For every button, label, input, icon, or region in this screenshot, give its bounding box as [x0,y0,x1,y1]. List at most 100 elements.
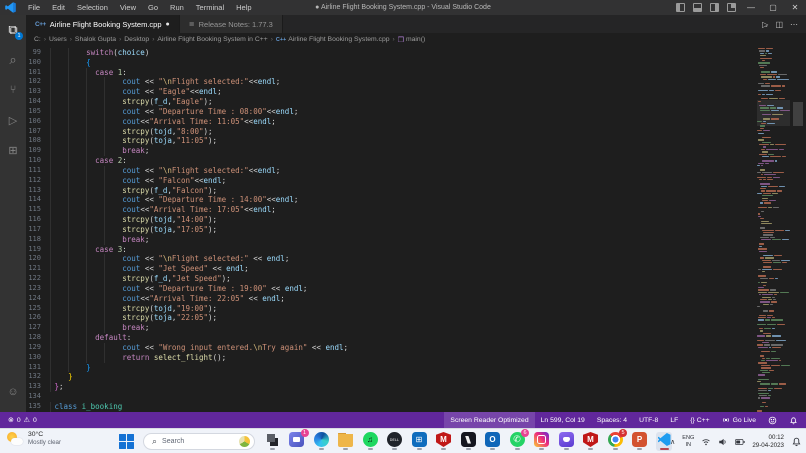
go-live-button[interactable]: Go Live [716,412,762,428]
chrome-icon[interactable]: 5 [607,432,623,451]
menu-item-terminal[interactable]: Terminal [190,0,230,15]
spotify-icon[interactable] [362,432,378,451]
toggle-secondary-sidebar-icon[interactable] [710,3,719,12]
code-line[interactable]: 115 cout<<"Arrival Time: 17:05"<<endl; [26,205,757,215]
code-line[interactable]: 104 strcpy(f_d,"Eagle"); [26,97,757,107]
run-debug-icon[interactable]: ▷ [0,105,26,135]
vertical-scrollbar[interactable] [790,46,806,437]
customize-layout-icon[interactable] [727,3,736,12]
code-line[interactable]: 125 strcpy(tojd,"19:00"); [26,304,757,314]
eol-sequence[interactable]: LF [664,412,684,428]
menu-item-file[interactable]: File [22,0,46,15]
breadcrumb-segment[interactable]: Desktop [124,36,149,43]
code-line[interactable]: 107 strcpy(tojd,"8:00"); [26,127,757,137]
code-line[interactable]: 124 cout<<"Arrival Time: 22:05" << endl; [26,294,757,304]
code-line[interactable]: 112 cout << "Falcon"<<endl; [26,176,757,186]
extensions-icon[interactable]: ⊞ [0,135,26,165]
mcafee-2-icon[interactable]: M [583,432,599,451]
minimap[interactable] [757,48,790,437]
problems-indicator[interactable]: ⊗ 0 ⚠ 0 [6,416,39,424]
teams-chat-icon[interactable]: 1 [289,432,305,451]
toggle-panel-icon[interactable] [693,3,702,12]
code-line[interactable]: 116 strcpy(tojd,"14:00"); [26,215,757,225]
breadcrumb-segment[interactable]: Airline Flight Booking System in C++ [157,36,267,43]
code-line[interactable]: 108 strcpy(toja,"11:05"); [26,136,757,146]
scrollbar-thumb[interactable] [793,102,803,126]
language-mode[interactable]: {} C++ [684,412,715,428]
notifications-bell-icon[interactable] [783,412,806,428]
cursor-position[interactable]: Ln 599, Col 19 [535,412,591,428]
search-icon[interactable]: ⌕ [0,45,26,75]
file-explorer-icon[interactable] [338,432,354,451]
close-button[interactable]: ✕ [784,0,806,15]
code-line[interactable]: 129 cout << "Wrong input entered.\nTry a… [26,343,757,353]
volume-icon[interactable] [718,437,728,447]
purple-app-icon[interactable] [558,432,574,451]
code-line[interactable]: 119 case 3: [26,245,757,255]
weather-widget[interactable]: 30°C Mostly clear [6,431,61,446]
breadcrumb-symbol[interactable]: main() [406,36,425,43]
editor-tab[interactable]: ≣Release Notes: 1.77.3 [180,15,283,33]
code-line[interactable]: 121 cout << "Jet Speed" << endl; [26,264,757,274]
indentation[interactable]: Spaces: 4 [591,412,633,428]
code-line[interactable]: 99 switch(choice) [26,48,757,58]
powerpoint-icon[interactable]: P [632,432,648,451]
feedback-smiley-icon[interactable] [762,412,783,428]
split-editor-icon[interactable]: ◫ [775,20,783,29]
code-line[interactable]: 113 strcpy(f_d,"Falcon"); [26,186,757,196]
toggle-sidebar-icon[interactable] [676,3,685,12]
outlook-icon[interactable]: O [485,432,501,451]
code-line[interactable]: 110 case 2: [26,156,757,166]
breadcrumb-segment[interactable]: Shalok Gupta [75,36,116,43]
whatsapp-icon[interactable]: 6 [509,432,525,451]
encoding[interactable]: UTF-8 [633,412,664,428]
dark-app-icon[interactable] [460,432,476,451]
code-line[interactable]: 135 class i_booking [26,402,757,412]
code-line[interactable]: 102 cout << "\nFlight selected:"<<endl; [26,77,757,87]
clock-widget[interactable]: 00:12 29-04-2023 [752,434,784,450]
code-line[interactable]: 118 break; [26,235,757,245]
code-line[interactable]: 130 return select_flight(); [26,353,757,363]
code-line[interactable]: 117 strcpy(toja,"17:05"); [26,225,757,235]
code-line[interactable]: 126 strcpy(toja,"22:05"); [26,313,757,323]
menu-item-help[interactable]: Help [230,0,257,15]
menu-item-go[interactable]: Go [142,0,164,15]
breadcrumb-segment[interactable]: Users [49,36,67,43]
menu-item-view[interactable]: View [114,0,142,15]
code-line[interactable]: 131 } [26,363,757,373]
breadcrumb-file[interactable]: Airline Flight Booking System.cpp [288,36,389,43]
wifi-icon[interactable] [701,437,711,447]
code-line[interactable]: 106 cout<<"Arrival Time: 11:05"<<endl; [26,117,757,127]
instagram-icon[interactable] [534,432,550,451]
ms-store-icon[interactable]: ⊞ [411,432,427,451]
code-line[interactable]: 134 [26,392,757,402]
dell-icon[interactable]: DELL [387,432,403,451]
screen-reader-mode[interactable]: Screen Reader Optimized [444,412,534,428]
code-line[interactable]: 132 } [26,372,757,382]
minimize-button[interactable]: — [740,0,762,15]
menu-item-edit[interactable]: Edit [46,0,71,15]
code-line[interactable]: 103 cout << "Eagle"<<endl; [26,87,757,97]
code-line[interactable]: 100 { [26,58,757,68]
run-file-button[interactable]: ▷⌄ [762,20,768,29]
menu-item-selection[interactable]: Selection [71,0,114,15]
code-line[interactable]: 120 cout << "\nFlight selected:" << endl… [26,254,757,264]
notification-center-icon[interactable] [791,436,802,447]
taskbar-search[interactable]: ⌕ Search [143,433,255,450]
mcafee-icon[interactable]: M [436,432,452,451]
code-line[interactable]: 105 cout << "Departure Time : 08:00"<<en… [26,107,757,117]
code-line[interactable]: 109 break; [26,146,757,156]
code-line[interactable]: 101 case 1: [26,68,757,78]
code-line[interactable]: 128 default: [26,333,757,343]
code-editor[interactable]: 99 switch(choice)100 {101 case 1:102 cou… [26,46,806,437]
breadcrumb-segment[interactable]: C: [34,36,41,43]
edge-icon[interactable] [313,432,329,451]
battery-icon[interactable] [735,437,745,447]
editor-tab[interactable]: C++Airline Flight Booking System.cpp● [26,15,180,33]
tray-overflow-chevron-icon[interactable]: ∧ [670,438,675,446]
menu-item-run[interactable]: Run [164,0,190,15]
code-line[interactable]: 123 cout << "Departure Time : 19:00" << … [26,284,757,294]
restore-button[interactable]: ▢ [762,0,784,15]
start-button[interactable] [118,434,134,450]
explorer-icon[interactable]: ⧉ 1 [0,15,26,45]
